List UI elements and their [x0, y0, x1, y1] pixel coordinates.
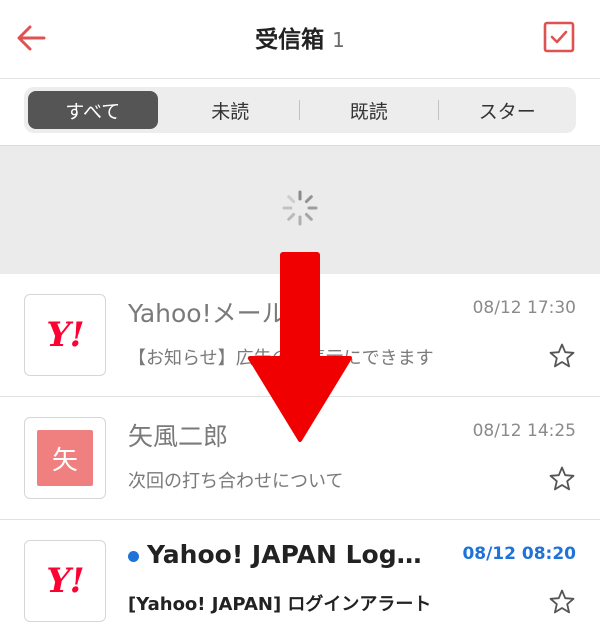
star-outline-icon[interactable]	[548, 588, 576, 616]
header-bar: 受信箱 1	[0, 0, 600, 79]
segment-divider	[437, 100, 439, 120]
mail-list: Y! Yahoo!メール 08/12 17:30 【お知らせ】広告の非表示にでき…	[0, 274, 600, 640]
filter-all[interactable]: すべて	[28, 91, 158, 129]
yahoo-logo-icon: Y!	[46, 315, 84, 355]
mail-list-item[interactable]: Y! Yahoo!メール 08/12 17:30 【お知らせ】広告の非表示にでき…	[0, 274, 600, 397]
mail-sender: Yahoo!メール	[128, 299, 287, 328]
select-mode-button[interactable]	[540, 18, 578, 56]
inbox-title: 受信箱	[255, 27, 325, 53]
sender-avatar: Y!	[24, 294, 106, 376]
loading-spinner-icon	[282, 190, 318, 226]
unread-count: 1	[332, 28, 345, 52]
mail-date: 08/12 14:25	[472, 421, 576, 441]
yahoo-logo-icon: Y!	[46, 561, 84, 601]
filter-bar: すべて 未読 既読 スター	[0, 79, 600, 146]
filter-unread[interactable]: 未読	[166, 91, 296, 129]
sender-avatar: 矢	[24, 417, 106, 499]
unread-dot-icon	[128, 550, 139, 562]
mail-sender: Yahoo! JAPAN Log…	[128, 540, 422, 569]
initial-avatar: 矢	[37, 430, 93, 486]
segment-divider	[299, 100, 300, 120]
mail-date: 08/12 08:20	[462, 544, 576, 564]
mail-list-item[interactable]: Y! Yahoo! JAPAN Log… 08/12 08:20 [Yahoo!…	[0, 520, 600, 640]
mail-sender: 矢風二郎	[128, 422, 229, 451]
mail-app-screen: 受信箱 1 すべて 未読 既読 スター Y! Yahoo!メール 08/12 1…	[0, 0, 600, 640]
checkbox-checked-icon	[543, 21, 575, 53]
mail-subject: 次回の打ち合わせについて	[128, 471, 344, 492]
filter-starred[interactable]: スター	[443, 91, 573, 129]
sender-avatar: Y!	[24, 540, 106, 622]
star-outline-icon[interactable]	[548, 465, 576, 493]
star-outline-icon[interactable]	[548, 342, 576, 370]
filter-read[interactable]: 既読	[304, 91, 434, 129]
mail-subject: [Yahoo! JAPAN] ログインアラート	[128, 594, 432, 615]
page-title: 受信箱 1	[0, 24, 600, 56]
mail-sender-text: Yahoo! JAPAN Log…	[147, 540, 422, 569]
mail-subject: 【お知らせ】広告の非表示にできます	[128, 348, 434, 369]
mail-date: 08/12 17:30	[472, 298, 576, 318]
mail-list-item[interactable]: 矢 矢風二郎 08/12 14:25 次回の打ち合わせについて	[0, 397, 600, 520]
filter-segmented-control: すべて 未読 既読 スター	[24, 87, 576, 133]
